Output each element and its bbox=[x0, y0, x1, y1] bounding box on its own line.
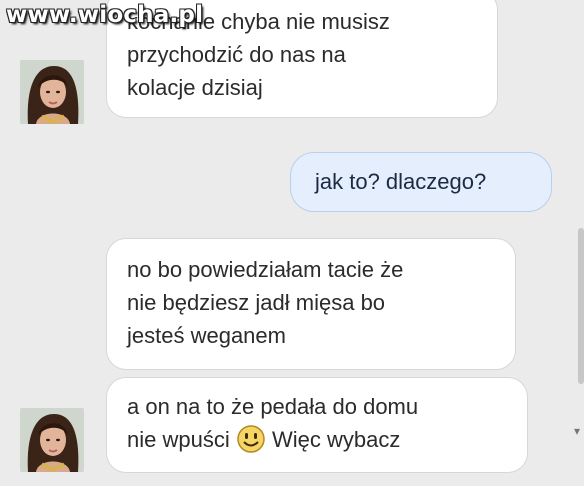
message-text-line: jesteś weganem bbox=[127, 323, 286, 348]
message-text-line-with-emoji: nie wpuści Więc wybacz bbox=[127, 423, 509, 456]
message-text-fragment: Więc wybacz bbox=[271, 427, 401, 452]
message-text-line: nie będziesz jadł mięsa bo bbox=[127, 290, 386, 315]
message-text-line: jak to? dlaczego? bbox=[315, 169, 487, 194]
avatar-photo-icon bbox=[20, 408, 84, 472]
contact-avatar[interactable] bbox=[20, 60, 84, 124]
avatar-photo-icon bbox=[20, 60, 84, 124]
message-text-line: a on na to że pedała do domu bbox=[127, 394, 419, 419]
message-bubble-incoming[interactable]: no bo powiedziałam tacie że nie będziesz… bbox=[106, 238, 516, 370]
watermark-logo: www.wiocha.pl bbox=[6, 2, 204, 28]
message-text-fragment: nie wpuści bbox=[127, 427, 230, 452]
message-text-line: no bo powiedziałam tacie że bbox=[127, 257, 404, 282]
scrollbar-thumb[interactable] bbox=[578, 228, 584, 384]
message-text-line: przychodzić do nas na bbox=[127, 42, 346, 67]
message-bubble-incoming[interactable]: a on na to że pedała do domu nie wpuści … bbox=[106, 377, 528, 473]
scroll-down-arrow-icon[interactable]: ▾ bbox=[574, 424, 580, 438]
smiley-face-emoji-icon bbox=[236, 424, 266, 454]
message-text-line: kolacje dzisiaj bbox=[127, 75, 263, 100]
message-bubble-outgoing[interactable]: jak to? dlaczego? bbox=[290, 152, 552, 212]
contact-avatar[interactable] bbox=[20, 408, 84, 472]
